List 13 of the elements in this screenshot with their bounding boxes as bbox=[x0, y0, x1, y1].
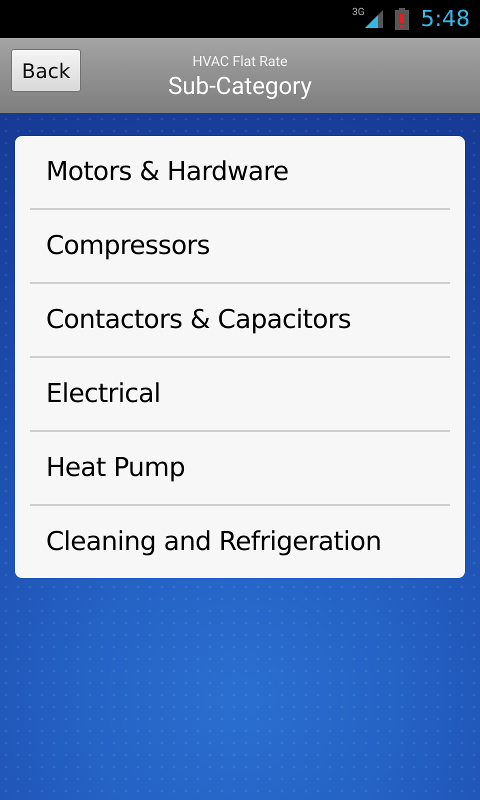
list-item[interactable]: Motors & Hardware bbox=[30, 136, 450, 210]
battery-alert-icon bbox=[394, 8, 409, 30]
list-item[interactable]: Contactors & Capacitors bbox=[30, 284, 450, 358]
list-item[interactable]: Electrical bbox=[30, 358, 450, 432]
list-item[interactable]: Compressors bbox=[30, 210, 450, 284]
clock: 5:48 bbox=[420, 6, 470, 32]
list-item[interactable]: Cleaning and Refrigeration bbox=[30, 506, 450, 578]
back-button[interactable]: Back bbox=[11, 49, 81, 92]
network-type-label: 3G bbox=[352, 7, 365, 18]
signal-icon bbox=[364, 10, 383, 28]
list-item[interactable]: Heat Pump bbox=[30, 432, 450, 506]
screen-title: Sub-Category bbox=[168, 72, 312, 100]
app-name: HVAC Flat Rate bbox=[192, 54, 288, 70]
